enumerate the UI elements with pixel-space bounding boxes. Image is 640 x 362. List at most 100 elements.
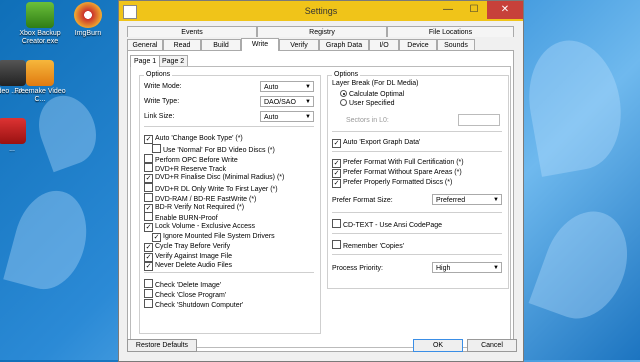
chevron-down-icon: ▼ bbox=[305, 84, 311, 90]
settings-window: Settings — ☐ ✕ Events Registry File Loca… bbox=[118, 0, 524, 362]
checkbox-label: Check 'Shutdown Computer' bbox=[155, 302, 244, 309]
tab-build[interactable]: Build bbox=[201, 39, 241, 50]
tab-verify[interactable]: Verify bbox=[279, 39, 319, 50]
chevron-down-icon: ▼ bbox=[493, 265, 499, 271]
process-priority-select[interactable]: High ▼ bbox=[432, 262, 502, 273]
prefer-format-size-select[interactable]: Preferred ▼ bbox=[432, 194, 502, 205]
checkbox-box: ✓ bbox=[332, 179, 341, 188]
maximize-button[interactable]: ☐ bbox=[461, 1, 487, 19]
divider bbox=[332, 151, 502, 152]
radio-user-specified[interactable]: User Specified bbox=[340, 99, 395, 108]
tab-io[interactable]: I/O bbox=[369, 39, 399, 50]
tab-events[interactable]: Events bbox=[127, 26, 257, 37]
options-group-left: Options Write Mode: Auto ▼ Write Type: DA… bbox=[139, 71, 321, 334]
process-priority-value: High bbox=[436, 265, 451, 272]
left-option-checkbox[interactable]: ✓ Auto 'Change Book Type' (*) bbox=[144, 134, 243, 144]
prefer-check-1[interactable]: ✓ Prefer Format With Full Certification (… bbox=[332, 158, 464, 168]
radio-calculate-optimal[interactable]: Calculate Optimal bbox=[340, 90, 404, 99]
write-mode-label: Write Mode: bbox=[144, 83, 182, 90]
sectors-input[interactable] bbox=[458, 114, 500, 126]
auto-export-label: Auto 'Export Graph Data' bbox=[343, 139, 421, 146]
left-option-checkbox[interactable]: ✓ BD-R Verify Not Required (*) bbox=[144, 203, 244, 213]
desktop-icon-freemake[interactable]: Freemake Video C... bbox=[14, 60, 66, 104]
divider bbox=[144, 272, 314, 273]
link-size-select[interactable]: Auto ▼ bbox=[260, 111, 314, 122]
write-type-select[interactable]: DAO/SAO ▼ bbox=[260, 96, 314, 107]
left-option-checkbox[interactable]: ✓ Cycle Tray Before Verify bbox=[144, 242, 230, 252]
checkbox-box bbox=[332, 219, 341, 228]
tab-write[interactable]: Write bbox=[241, 38, 279, 51]
tab-device[interactable]: Device bbox=[399, 39, 437, 50]
close-button[interactable]: ✕ bbox=[487, 1, 523, 19]
prefer-check-2[interactable]: ✓ Prefer Format Without Spare Areas (*) bbox=[332, 168, 462, 178]
prefer-format-size-label: Prefer Format Size: bbox=[332, 197, 393, 204]
radio-dot bbox=[340, 99, 347, 106]
desktop-icon-xbox[interactable]: Xbox Backup Creator.exe bbox=[14, 2, 66, 46]
checkbox-box: ✓ bbox=[144, 135, 153, 144]
tab-general[interactable]: General bbox=[127, 39, 163, 50]
checkbox-label: Check 'Delete Image' bbox=[155, 282, 222, 289]
checkbox-box bbox=[152, 143, 161, 153]
write-tab-panel: Page 1 Page 2 Options Write Mode: Auto ▼ … bbox=[127, 50, 514, 352]
chevron-down-icon: ▼ bbox=[493, 197, 499, 203]
checkbox-box: ✓ bbox=[144, 174, 153, 184]
restore-defaults-button[interactable]: Restore Defaults bbox=[127, 339, 197, 352]
cdtext-label: CD-TEXT - Use Ansi CodePage bbox=[343, 222, 443, 229]
radio-dot bbox=[340, 90, 347, 97]
subtab-page-1[interactable]: Page 1 bbox=[130, 55, 161, 67]
left-option-checkbox[interactable]: ✓ Verify Against Image File bbox=[144, 252, 232, 262]
checkbox-label: Auto 'Change Book Type' (*) bbox=[155, 135, 243, 142]
write-mode-select[interactable]: Auto ▼ bbox=[260, 81, 314, 92]
divider bbox=[144, 126, 314, 127]
tab-file-locations[interactable]: File Locations bbox=[387, 26, 514, 37]
prefer-check-label: Prefer Format Without Spare Areas (*) bbox=[343, 169, 462, 176]
cdtext-checkbox[interactable]: CD-TEXT - Use Ansi CodePage bbox=[332, 219, 442, 230]
prefer-format-size-value: Preferred bbox=[436, 197, 466, 204]
divider bbox=[332, 254, 502, 255]
checkbox-box bbox=[144, 279, 153, 288]
remember-copies-label: Remember 'Copies' bbox=[343, 243, 405, 250]
checkbox-box bbox=[144, 153, 153, 163]
minimize-button[interactable]: — bbox=[435, 1, 461, 19]
desktop-icon-label: Xbox Backup Creator.exe bbox=[19, 30, 61, 45]
subtab-page-2[interactable]: Page 2 bbox=[158, 55, 189, 66]
prefer-check-label: Prefer Properly Formatted Discs (*) bbox=[343, 179, 453, 186]
left-option-checkbox[interactable]: ✓ Never Delete Audio Files bbox=[144, 261, 232, 272]
checkbox-label: Cycle Tray Before Verify bbox=[155, 242, 231, 250]
tab-sounds[interactable]: Sounds bbox=[437, 39, 475, 50]
left-option-checkbox[interactable]: ✓ Lock Volume - Exclusive Access bbox=[144, 222, 255, 233]
desktop-icon-imgburn[interactable]: ImgBurn bbox=[62, 2, 114, 38]
checkbox-label: Check 'Close Program' bbox=[155, 292, 227, 299]
checkbox-box: ✓ bbox=[144, 223, 153, 233]
layer-break-label: Layer Break (For DL Media) bbox=[332, 80, 419, 87]
tab-registry[interactable]: Registry bbox=[257, 26, 387, 37]
post-burn-checkbox[interactable]: Check 'Shutdown Computer' bbox=[144, 299, 243, 310]
left-option-checkbox[interactable]: ✓ Ignore Mounted File System Drivers bbox=[152, 232, 275, 242]
desktop-icon-label: ImgBurn bbox=[74, 30, 102, 37]
checkbox-box: ✓ bbox=[144, 203, 153, 213]
remember-copies-checkbox[interactable]: Remember 'Copies' bbox=[332, 240, 404, 251]
auto-export-checkbox[interactable]: ✓ Auto 'Export Graph Data' bbox=[332, 138, 420, 148]
checkbox-box: ✓ bbox=[332, 169, 341, 178]
desktop-icon-other[interactable]: ... bbox=[0, 118, 38, 154]
divider bbox=[332, 131, 502, 132]
process-priority-label: Process Priority: bbox=[332, 265, 383, 272]
title-bar[interactable]: Settings — ☐ ✕ bbox=[119, 1, 523, 21]
divider bbox=[332, 233, 502, 234]
write-type-label: Write Type: bbox=[144, 98, 180, 105]
prefer-check-3[interactable]: ✓ Prefer Properly Formatted Discs (*) bbox=[332, 178, 452, 188]
radio-user-specified-label: User Specified bbox=[349, 100, 395, 107]
window-client: Events Registry File Locations General R… bbox=[119, 21, 523, 361]
link-size-label: Link Size: bbox=[144, 113, 175, 120]
checkbox-box: ✓ bbox=[144, 242, 153, 252]
sectors-label: Sectors in L0: bbox=[346, 117, 389, 124]
app-icon bbox=[0, 118, 26, 144]
left-option-checkbox[interactable]: ✓ DVD+R Finalise Disc (Minimal Radius) (*… bbox=[144, 173, 284, 184]
ok-button[interactable]: OK bbox=[413, 339, 463, 352]
checkbox-box bbox=[144, 192, 153, 202]
cancel-button[interactable]: Cancel bbox=[467, 339, 517, 352]
group-title: Options bbox=[144, 71, 173, 78]
tab-read[interactable]: Read bbox=[163, 39, 201, 50]
wallpaper-leaf bbox=[519, 33, 631, 177]
tab-graph-data[interactable]: Graph Data bbox=[319, 39, 369, 50]
